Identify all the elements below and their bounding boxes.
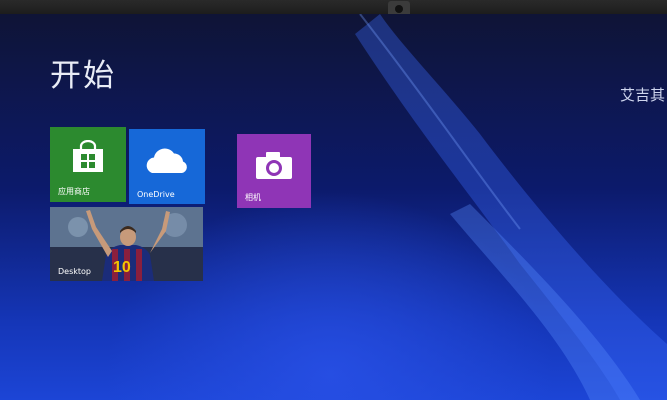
camera-icon: [255, 151, 293, 185]
tile-onedrive[interactable]: OneDrive: [129, 129, 205, 204]
tile-onedrive-label: OneDrive: [137, 190, 175, 199]
cloud-icon: [142, 145, 192, 179]
jersey-number: 10: [113, 259, 131, 276]
user-account-name[interactable]: 艾吉其: [620, 84, 665, 105]
tile-camera-label: 相机: [245, 193, 261, 202]
tile-camera[interactable]: 相机: [237, 134, 311, 208]
start-screen: 开始 艾吉其 应用商店 OneDrive 相机 10 Desktop: [0, 14, 667, 400]
tile-desktop-label: Desktop: [58, 267, 91, 276]
tile-store-label: 应用商店: [58, 187, 90, 196]
tile-store[interactable]: 应用商店: [50, 127, 126, 202]
page-title: 开始: [50, 58, 116, 94]
store-bag-icon: [70, 139, 106, 178]
tile-desktop[interactable]: 10 Desktop: [50, 207, 203, 281]
